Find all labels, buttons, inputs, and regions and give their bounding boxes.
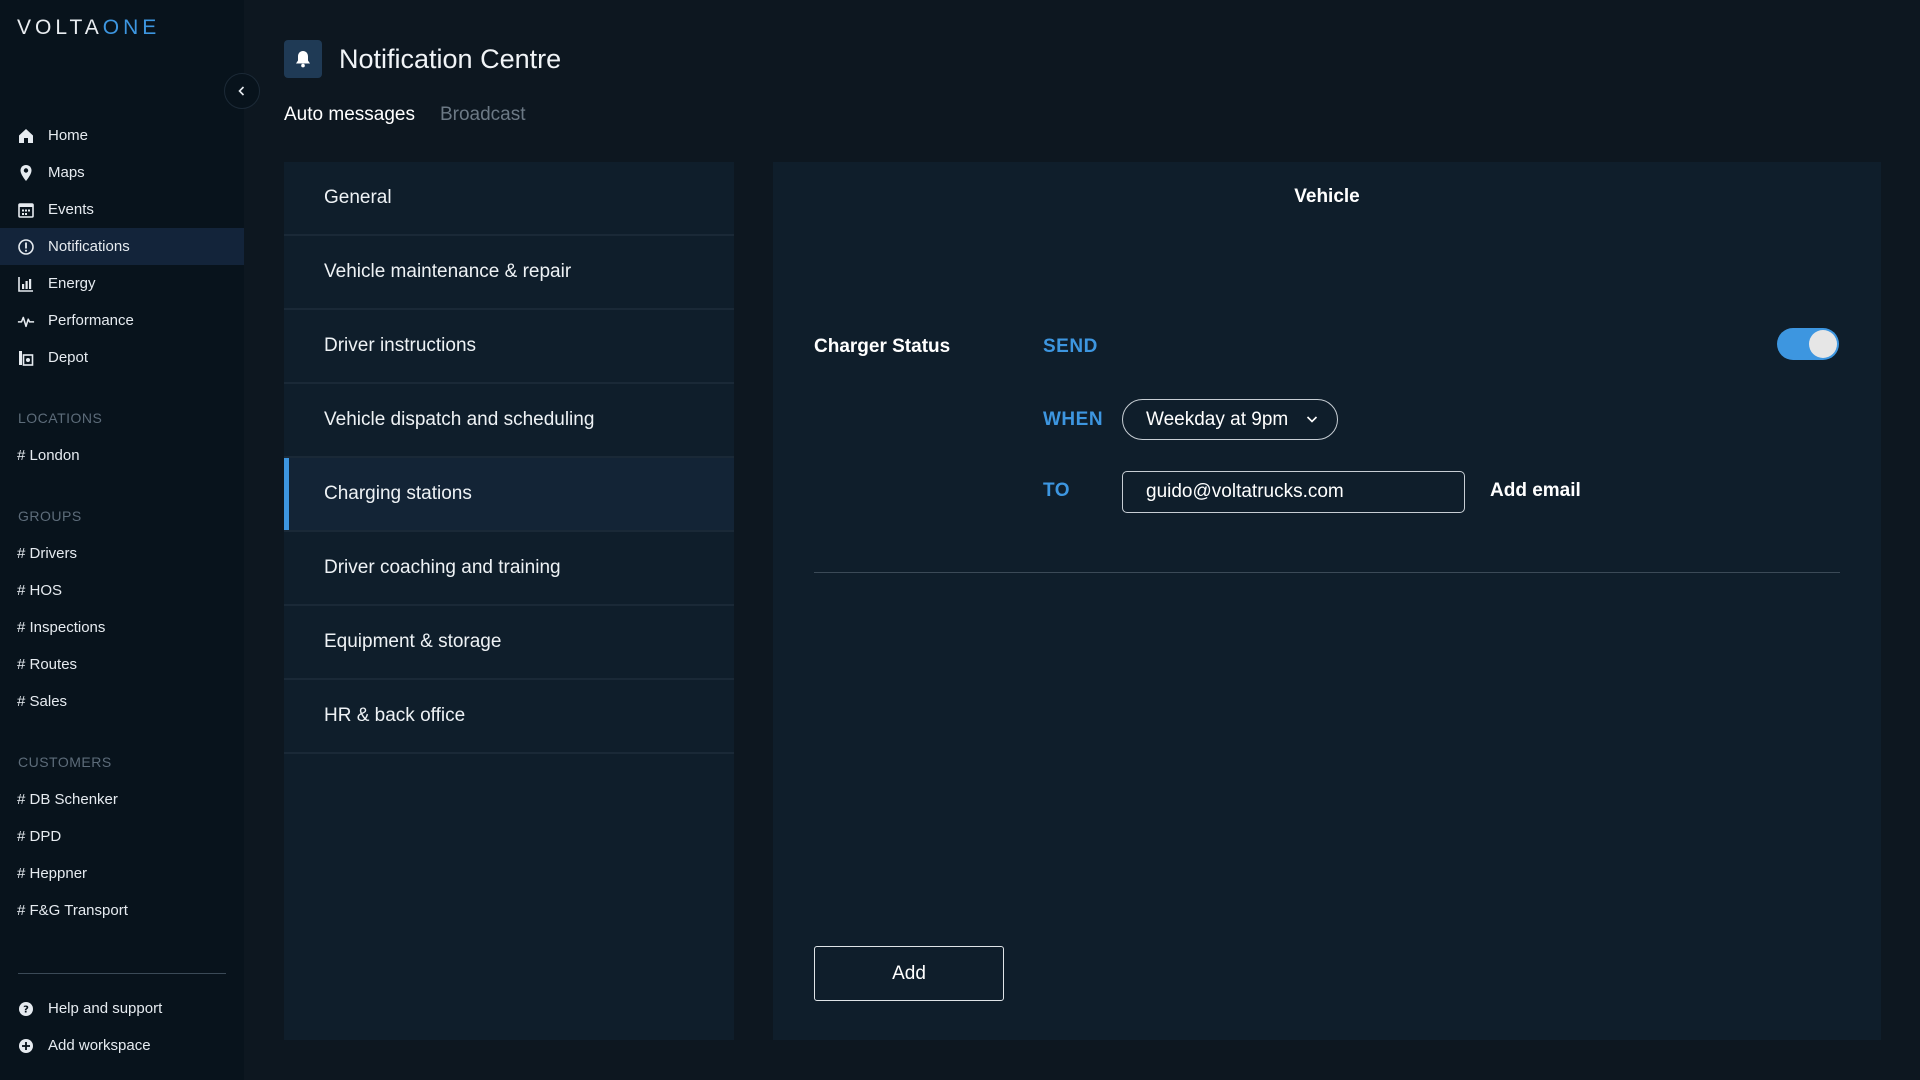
send-toggle[interactable] [1777, 328, 1839, 360]
toggle-knob [1809, 330, 1837, 358]
sidebar-divider [18, 973, 226, 974]
depot-icon [17, 349, 35, 367]
help-and-support-link[interactable]: ? Help and support [0, 990, 244, 1027]
nav-label: Home [48, 127, 89, 144]
to-label: TO [1043, 480, 1071, 501]
home-icon [17, 127, 35, 145]
locations-list: # London [0, 437, 244, 474]
when-value: Weekday at 9pm [1146, 408, 1289, 430]
category-item-general[interactable]: General [284, 162, 734, 236]
page-title: Notification Centre [339, 44, 562, 74]
nav-label: Depot [48, 349, 89, 366]
nav-label: Notifications [48, 238, 130, 255]
section-title-locations: LOCATIONS [18, 410, 103, 426]
customer-item-heppner[interactable]: # Heppner [0, 855, 244, 892]
category-item-hr-back-office[interactable]: HR & back office [284, 680, 734, 754]
pulse-icon [17, 312, 35, 330]
nav-item-depot[interactable]: Depot [0, 339, 244, 376]
customer-item-fg-transport[interactable]: # F&G Transport [0, 892, 244, 929]
detail-title: Vehicle [1294, 186, 1360, 207]
category-item-equipment-storage[interactable]: Equipment & storage [284, 606, 734, 680]
nav-label: Events [48, 201, 94, 218]
bell-icon [296, 51, 310, 68]
send-label: SEND [1043, 336, 1098, 357]
category-item-vehicle-maintenance[interactable]: Vehicle maintenance & repair [284, 236, 734, 310]
email-field[interactable] [1122, 471, 1465, 513]
category-item-charging-stations[interactable]: Charging stations [284, 458, 734, 532]
svg-text:?: ? [23, 1004, 29, 1015]
map-pin-icon [17, 164, 35, 182]
group-item-drivers[interactable]: # Drivers [0, 535, 244, 572]
notification-detail-panel: Vehicle Charger Status SEND WHEN Weekday… [773, 162, 1881, 1040]
detail-divider [814, 572, 1840, 573]
add-circle-icon [17, 1037, 35, 1055]
help-label: Help and support [48, 1000, 163, 1017]
nav-label: Maps [48, 164, 85, 181]
tab-auto-messages[interactable]: Auto messages [284, 104, 415, 126]
calendar-icon [17, 201, 35, 219]
logo-main-text: VOLTA [17, 16, 103, 39]
chevron-left-icon [238, 86, 245, 96]
when-dropdown[interactable]: Weekday at 9pm [1122, 399, 1338, 440]
add-workspace-link[interactable]: Add workspace [0, 1027, 244, 1064]
customer-item-dpd[interactable]: # DPD [0, 818, 244, 855]
group-item-sales[interactable]: # Sales [0, 683, 244, 720]
sidebar: VOLTAONE Home Maps Events Notifications [0, 0, 244, 1080]
category-list: General Vehicle maintenance & repair Dri… [284, 162, 734, 1040]
nav-item-energy[interactable]: Energy [0, 265, 244, 302]
customer-item-db-schenker[interactable]: # DB Schenker [0, 781, 244, 818]
nav-label: Performance [48, 312, 134, 329]
main-nav: Home Maps Events Notifications Energy Pe… [0, 117, 244, 376]
tab-broadcast[interactable]: Broadcast [440, 104, 526, 126]
section-title-customers: CUSTOMERS [18, 754, 112, 770]
category-item-driver-coaching[interactable]: Driver coaching and training [284, 532, 734, 606]
group-item-routes[interactable]: # Routes [0, 646, 244, 683]
sidebar-collapse-button[interactable] [224, 73, 260, 109]
tab-bar: Auto messages Broadcast [284, 104, 526, 126]
nav-item-home[interactable]: Home [0, 117, 244, 154]
group-item-hos[interactable]: # HOS [0, 572, 244, 609]
sidebar-footer: ? Help and support Add workspace [0, 990, 244, 1064]
group-item-inspections[interactable]: # Inspections [0, 609, 244, 646]
customers-list: # DB Schenker # DPD # Heppner # F&G Tran… [0, 781, 244, 929]
nav-item-maps[interactable]: Maps [0, 154, 244, 191]
help-icon: ? [17, 1000, 35, 1018]
nav-item-notifications[interactable]: Notifications [0, 228, 244, 265]
section-title-groups: GROUPS [18, 508, 82, 524]
page-icon [284, 40, 322, 78]
when-label: WHEN [1043, 409, 1104, 430]
brand-logo[interactable]: VOLTAONE [17, 16, 160, 40]
rule-label: Charger Status [814, 336, 951, 357]
groups-list: # Drivers # HOS # Inspections # Routes #… [0, 535, 244, 720]
nav-item-events[interactable]: Events [0, 191, 244, 228]
add-button[interactable]: Add [814, 946, 1004, 1001]
add-email-link[interactable]: Add email [1490, 480, 1581, 502]
category-item-vehicle-dispatch[interactable]: Vehicle dispatch and scheduling [284, 384, 734, 458]
nav-item-performance[interactable]: Performance [0, 302, 244, 339]
add-workspace-label: Add workspace [48, 1037, 151, 1054]
category-item-driver-instructions[interactable]: Driver instructions [284, 310, 734, 384]
nav-label: Energy [48, 275, 96, 292]
alert-circle-icon [17, 238, 35, 256]
logo-accent-text: ONE [102, 16, 161, 39]
location-item-london[interactable]: # London [0, 437, 244, 474]
chevron-down-icon [1306, 416, 1318, 423]
bar-chart-icon [17, 275, 35, 293]
